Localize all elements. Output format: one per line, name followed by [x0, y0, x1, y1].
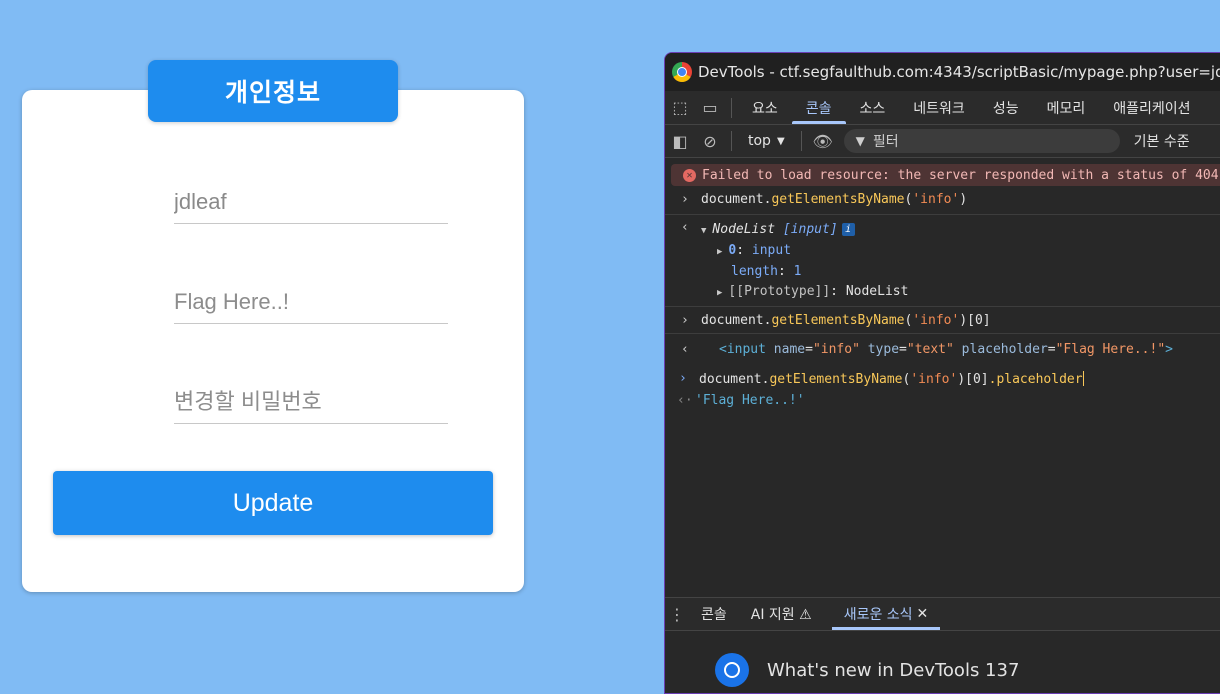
- code-token: getElementsByName: [769, 372, 903, 387]
- html-attr-name: placeholder: [961, 342, 1048, 357]
- code-token: 'info': [912, 192, 960, 207]
- device-toolbar-icon[interactable]: ▭: [695, 91, 725, 124]
- eager-result: 'Flag Here..!': [695, 393, 805, 408]
- code-token: .placeholder: [988, 372, 1083, 387]
- devtools-logo-icon: [715, 653, 749, 687]
- flag-field[interactable]: [174, 280, 448, 324]
- devtools-window: DevTools - ctf.segfaulthub.com:4343/scri…: [664, 52, 1220, 694]
- code-token: document: [699, 372, 762, 387]
- whats-new-title: What's new in DevTools 137: [767, 659, 1020, 681]
- drawer-tab-console[interactable]: 콘솔: [689, 598, 739, 630]
- chevron-down-icon: ▼: [776, 135, 785, 147]
- html-attr-value: "text": [906, 342, 954, 357]
- context-label: top: [748, 133, 771, 149]
- html-attr-value: "Flag Here..!": [1055, 342, 1166, 357]
- username-field[interactable]: [174, 180, 448, 224]
- console-toolbar: ◧ ⊘ top ▼ 👁 ▼ 필터 기본 수준: [665, 125, 1220, 158]
- tab-console[interactable]: 콘솔: [791, 91, 846, 124]
- filter-icon: ▼: [855, 134, 865, 148]
- console-prompt-row[interactable]: › document.getElementsByName('info')[0].…: [665, 371, 1220, 393]
- filter-input[interactable]: ▼ 필터: [843, 129, 1120, 153]
- html-attr-name: name: [773, 342, 806, 357]
- expand-triangle-icon[interactable]: ▶: [717, 247, 722, 257]
- html-attr-name: type: [867, 342, 900, 357]
- profile-card-title: 개인정보: [148, 60, 398, 122]
- console-output-row: ‹ ▼ NodeList [input] i ▶ 0: input length: 1…: [665, 215, 1220, 307]
- tab-application[interactable]: 애플리케이션: [1099, 91, 1204, 124]
- divider: [731, 97, 732, 118]
- code-token: [0]: [965, 372, 989, 387]
- divider: [731, 131, 732, 151]
- prototype-value: NodeList: [845, 284, 909, 299]
- length-value: 1: [793, 264, 802, 279]
- drawer-tab-ai-assistance[interactable]: AI 지원 ⚠: [739, 598, 824, 630]
- clear-console-icon[interactable]: ⊘: [695, 125, 725, 158]
- chrome-icon: [672, 62, 692, 82]
- divider: [800, 131, 802, 151]
- close-icon[interactable]: ✕: [917, 606, 929, 622]
- expand-triangle-icon[interactable]: ▶: [717, 288, 722, 298]
- length-key: length: [731, 264, 778, 279]
- console-input-row: › document.getElementsByName('info'): [665, 186, 1220, 215]
- output-return-icon: ‹·: [677, 393, 693, 408]
- devtools-titlebar[interactable]: DevTools - ctf.segfaulthub.com:4343/scri…: [665, 53, 1220, 91]
- info-icon[interactable]: i: [841, 223, 855, 236]
- console-output: ✕ Failed to load resource: the server re…: [665, 164, 1220, 408]
- context-selector[interactable]: top ▼: [738, 133, 795, 149]
- code-token: [0]: [967, 313, 991, 328]
- tab-elements[interactable]: 요소: [738, 91, 792, 124]
- update-button[interactable]: Update: [53, 471, 493, 535]
- text-cursor: [1082, 371, 1084, 386]
- filter-placeholder: 필터: [872, 134, 899, 150]
- output-return-icon: ‹: [681, 220, 689, 235]
- input-prompt-icon: ›: [681, 192, 689, 207]
- tab-sources[interactable]: 소스: [846, 91, 900, 124]
- eye-icon[interactable]: 👁: [808, 125, 838, 158]
- more-options-icon[interactable]: ⋮: [665, 598, 689, 631]
- console-output-row: ‹ <input name="info" type="text" placeho…: [681, 342, 1173, 357]
- devtools-tabbar: ⬚ ▭ 요소 콘솔 소스 네트워크 성능 메모리 애플리케이션: [665, 91, 1220, 125]
- nodelist-item-value[interactable]: input: [752, 243, 791, 258]
- html-tag-close: >: [1165, 342, 1173, 357]
- new-password-field[interactable]: [174, 380, 448, 424]
- input-prompt-icon: ›: [681, 313, 689, 328]
- console-error-row: ✕ Failed to load resource: the server re…: [671, 164, 1220, 186]
- devtools-drawer: ⋮ 콘솔 AI 지원 ⚠ 새로운 소식 ✕ What's new in DevT…: [665, 597, 1220, 693]
- input-prompt-icon: ›: [679, 371, 687, 386]
- window-title: DevTools - ctf.segfaulthub.com:4343/scri…: [698, 63, 1220, 81]
- inspect-element-icon[interactable]: ⬚: [665, 91, 695, 124]
- prototype-key: [[Prototype]]: [728, 284, 831, 299]
- nodelist-type: [input]: [782, 222, 838, 237]
- tab-network[interactable]: 네트워크: [899, 91, 979, 124]
- drawer-tab-label: 새로운 소식: [843, 607, 913, 623]
- whats-new-header: What's new in DevTools 137: [665, 653, 1220, 687]
- error-message: Failed to load resource: the server resp…: [702, 167, 1219, 183]
- error-icon: ✕: [683, 168, 696, 182]
- console-eager-result-row: ‹· 'Flag Here..!': [665, 393, 1220, 408]
- code-token: getElementsByName: [771, 192, 905, 207]
- code-token: 'info': [910, 372, 958, 387]
- code-token: getElementsByName: [771, 313, 905, 328]
- output-return-icon: ‹: [681, 342, 689, 357]
- nodelist-label[interactable]: NodeList: [712, 222, 775, 237]
- drawer-tabbar: ⋮ 콘솔 AI 지원 ⚠ 새로운 소식 ✕: [665, 597, 1220, 631]
- code-token: document: [701, 313, 764, 328]
- console-input-row: › document.getElementsByName('info')[0]: [665, 307, 1220, 334]
- collapse-triangle-icon[interactable]: ▼: [701, 226, 706, 236]
- log-levels-dropdown[interactable]: 기본 수준: [1134, 131, 1190, 151]
- html-attr-value: "info": [812, 342, 860, 357]
- code-token: document: [701, 192, 764, 207]
- html-tag[interactable]: <input: [719, 342, 766, 357]
- tab-memory[interactable]: 메모리: [1033, 91, 1100, 124]
- tab-performance[interactable]: 성능: [979, 91, 1033, 124]
- drawer-tab-whats-new[interactable]: 새로운 소식 ✕: [831, 598, 941, 630]
- sidebar-toggle-icon[interactable]: ◧: [665, 125, 695, 158]
- code-token: 'info': [912, 313, 960, 328]
- nodelist-item-key: 0: [728, 243, 737, 258]
